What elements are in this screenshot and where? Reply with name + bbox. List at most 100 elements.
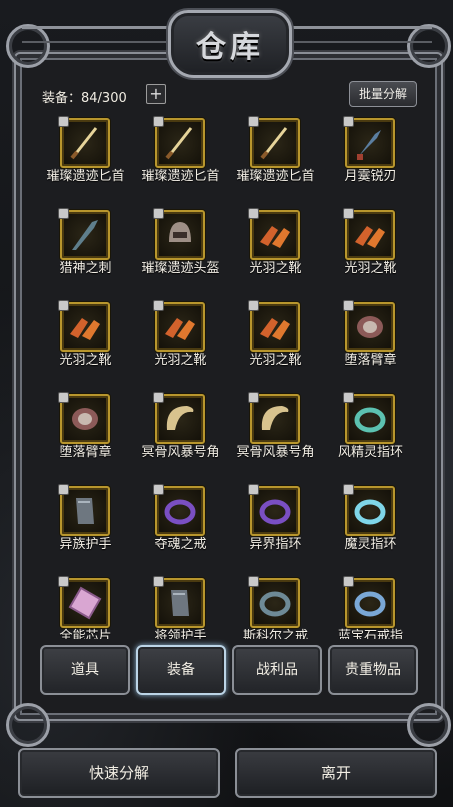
inventory-item[interactable]: 光羽之靴 <box>228 296 323 388</box>
inventory-item[interactable]: 月霙锐刃 <box>323 112 417 204</box>
leave-button[interactable]: 离开 <box>235 748 437 798</box>
item-slot[interactable] <box>343 208 395 260</box>
inventory-item[interactable]: 堕落臂章 <box>323 296 417 388</box>
inventory-item[interactable]: 异族护手 <box>38 480 133 572</box>
spike-blade-icon <box>72 220 98 250</box>
item-slot[interactable] <box>153 392 205 444</box>
item-slot[interactable] <box>248 392 300 444</box>
item-name: 光羽之靴 <box>249 353 302 368</box>
boots-icon <box>165 318 195 340</box>
item-slot[interactable] <box>343 300 395 352</box>
item-slot[interactable] <box>153 116 205 168</box>
ring-icon <box>354 591 386 617</box>
gauntlet-icon <box>76 498 94 524</box>
item-name: 异族护手 <box>59 537 112 552</box>
item-name: 夺魂之戒 <box>154 537 207 552</box>
item-slot[interactable] <box>343 392 395 444</box>
inventory-item[interactable]: 光羽之靴 <box>133 296 228 388</box>
item-name: 魔灵指环 <box>344 537 397 552</box>
item-name: 光羽之靴 <box>344 261 397 276</box>
inventory-item[interactable]: 魔灵指环 <box>323 480 417 572</box>
item-slot[interactable] <box>153 208 205 260</box>
tab-equipment[interactable]: 装备 <box>136 645 226 695</box>
inventory-item[interactable]: 全能芯片 <box>38 572 133 639</box>
item-name: 斯科尔之戒 <box>242 629 308 639</box>
item-slot[interactable] <box>58 208 110 260</box>
inventory-item[interactable]: 璀璨遗迹匕首 <box>38 112 133 204</box>
inventory-item[interactable]: 斯科尔之戒 <box>228 572 323 639</box>
item-slot[interactable] <box>58 116 110 168</box>
ring-icon <box>354 499 386 525</box>
item-slot[interactable] <box>153 300 205 352</box>
item-name: 堕落臂章 <box>59 445 112 460</box>
horn-icon <box>166 406 194 430</box>
page-title: 仓库 <box>196 30 264 65</box>
inventory-item[interactable]: 异界指环 <box>228 480 323 572</box>
boots-icon <box>70 318 100 340</box>
item-slot[interactable] <box>343 484 395 536</box>
inventory-item[interactable]: 璀璨遗迹匕首 <box>228 112 323 204</box>
item-name: 光羽之靴 <box>249 261 302 276</box>
item-name: 猎神之刺 <box>59 261 112 276</box>
expand-capacity-button[interactable]: + <box>146 84 166 104</box>
item-name: 全能芯片 <box>59 629 112 639</box>
bulk-decompose-button[interactable]: 批量分解 <box>349 81 417 107</box>
category-tabs: 道具 装备 战利品 贵重物品 <box>40 645 418 697</box>
inventory-item[interactable]: 风精灵指环 <box>323 388 417 480</box>
inventory-item[interactable]: 冥骨风暴号角 <box>133 388 228 480</box>
inventory-item[interactable]: 光羽之靴 <box>228 204 323 296</box>
item-slot[interactable] <box>58 484 110 536</box>
item-name: 璀璨遗迹匕首 <box>236 169 315 184</box>
ring-icon <box>354 407 386 433</box>
inventory-item[interactable]: 光羽之靴 <box>38 296 133 388</box>
inventory-item[interactable]: 将领护手 <box>133 572 228 639</box>
inventory-item[interactable]: 蓝宝石戒指 <box>323 572 417 639</box>
short-blade-icon <box>357 130 381 160</box>
inventory-item[interactable]: 冥骨风暴号角 <box>228 388 323 480</box>
item-slot[interactable] <box>58 392 110 444</box>
ring-icon <box>259 499 291 525</box>
item-slot[interactable] <box>248 300 300 352</box>
armband-icon <box>357 316 383 338</box>
inventory-item[interactable]: 璀璨遗迹头盔 <box>133 204 228 296</box>
item-grid[interactable]: 璀璨遗迹匕首 璀璨遗迹匕首 璀璨遗迹匕首 月霙锐刃 猎神之刺 璀璨遗迹头盔 光羽之靴 光羽之靴… <box>36 112 417 639</box>
item-name: 月霙锐刃 <box>344 169 397 184</box>
ring-icon <box>259 591 291 617</box>
tab-loot[interactable]: 战利品 <box>232 645 322 695</box>
item-name: 将领护手 <box>154 629 207 639</box>
tab-items[interactable]: 道具 <box>40 645 130 695</box>
item-slot[interactable] <box>248 116 300 168</box>
inventory-item[interactable]: 夺魂之戒 <box>133 480 228 572</box>
inventory-item[interactable]: 璀璨遗迹匕首 <box>133 112 228 204</box>
helmet-icon <box>169 222 191 242</box>
dagger-icon <box>165 127 193 160</box>
item-name: 璀璨遗迹匕首 <box>46 169 125 184</box>
item-name: 堕落臂章 <box>344 353 397 368</box>
boots-icon <box>260 318 290 340</box>
item-slot[interactable] <box>343 116 395 168</box>
item-slot[interactable] <box>248 208 300 260</box>
item-slot[interactable] <box>248 484 300 536</box>
title-plate: 仓库 <box>168 10 292 78</box>
inventory-item[interactable]: 猎神之刺 <box>38 204 133 296</box>
quick-decompose-button[interactable]: 快速分解 <box>18 748 220 798</box>
item-name: 冥骨风暴号角 <box>236 445 315 460</box>
gauntlet-icon <box>171 590 189 616</box>
ring-icon <box>164 499 196 525</box>
inventory-item[interactable]: 堕落臂章 <box>38 388 133 480</box>
item-slot[interactable] <box>153 576 205 628</box>
item-slot[interactable] <box>343 576 395 628</box>
dagger-icon <box>70 127 98 160</box>
item-slot[interactable] <box>58 300 110 352</box>
armband-icon <box>72 408 98 430</box>
item-slot[interactable] <box>153 484 205 536</box>
inventory-header: 装备：84/300 + 批量分解 <box>36 81 417 108</box>
item-name: 璀璨遗迹匕首 <box>141 169 220 184</box>
horn-icon <box>261 406 289 430</box>
item-slot[interactable] <box>58 576 110 628</box>
item-slot[interactable] <box>248 576 300 628</box>
tab-valuables[interactable]: 贵重物品 <box>328 645 418 695</box>
inventory-item[interactable]: 光羽之靴 <box>323 204 417 296</box>
item-name: 璀璨遗迹头盔 <box>141 261 220 276</box>
item-name: 风精灵指环 <box>337 445 403 460</box>
